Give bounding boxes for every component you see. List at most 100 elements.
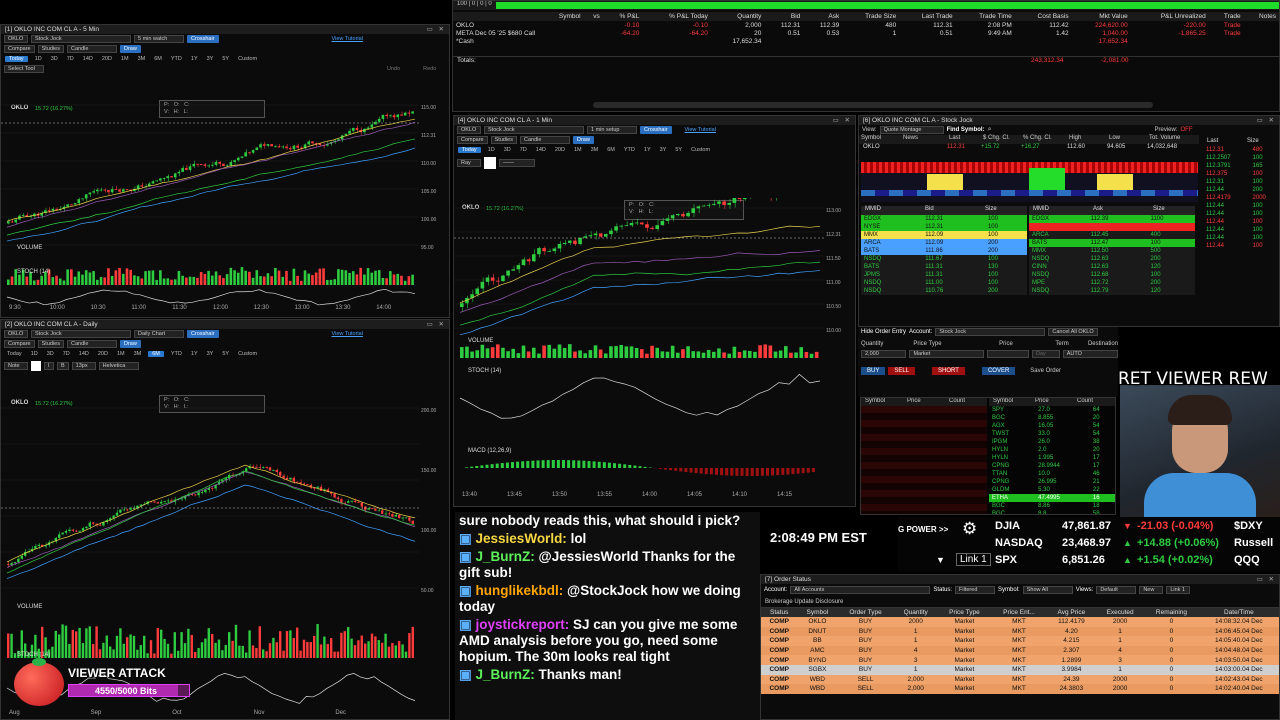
timeframe-1y[interactable]: 1Y: [642, 147, 653, 153]
column-header[interactable]: Executed: [1096, 608, 1144, 617]
book-row[interactable]: BATS112.47100: [1029, 239, 1195, 247]
timeframe-20d[interactable]: 20D: [100, 56, 114, 62]
font-size-select[interactable]: 13px: [72, 362, 96, 370]
column-header[interactable]: Quantity: [711, 12, 765, 21]
column-header[interactable]: Symbol: [797, 608, 837, 617]
term-select[interactable]: Day: [1032, 350, 1060, 358]
interval-select[interactable]: Daily Chart: [134, 330, 184, 338]
studies-select[interactable]: Studies: [38, 45, 64, 53]
select-tool[interactable]: Select Tool: [4, 65, 44, 73]
column-header[interactable]: vs: [584, 12, 603, 21]
table-row[interactable]: OKLO-0.10-0.102,000112.31112.39480112.31…: [453, 21, 1279, 29]
quantity-input[interactable]: 2,000: [861, 350, 906, 358]
timeframe-1y[interactable]: 1Y: [189, 56, 200, 62]
table-cell[interactable]: Trade: [1209, 21, 1244, 29]
column-header[interactable]: Symbol: [453, 12, 584, 21]
timeframe-3m[interactable]: 3M: [132, 351, 144, 357]
column-header[interactable]: Symbol: [989, 398, 1031, 406]
timeframe-6m[interactable]: 6M: [152, 56, 164, 62]
column-header[interactable]: Size: [1149, 206, 1195, 215]
cancel-all-button[interactable]: Cancel All OKLO: [1048, 328, 1098, 336]
timeframe-1m[interactable]: 1M: [115, 351, 127, 357]
timeframe-ytd[interactable]: YTD: [169, 56, 184, 62]
timeframe-6m[interactable]: 6M: [148, 351, 164, 357]
chart-1min-canvas[interactable]: 113.00112.31111.50111.00110.50110.0013:4…: [454, 198, 854, 503]
draw-button[interactable]: Draw: [573, 136, 594, 144]
book-row[interactable]: MPE112.72200: [1029, 279, 1195, 287]
column-header[interactable]: % P&L Today: [642, 12, 710, 21]
book-row[interactable]: NSDQ110.76200: [861, 287, 1027, 295]
table-row[interactable]: COMPBYNDBUY3MarketMKT1.28993014:03:50.04…: [761, 655, 1279, 665]
bold-button[interactable]: B: [57, 362, 69, 370]
profile-select[interactable]: Stock Jock: [31, 35, 131, 43]
views-select[interactable]: Default: [1096, 586, 1136, 594]
column-header[interactable]: P&L Unrealized: [1131, 12, 1209, 21]
timeframe-1d[interactable]: 1D: [486, 147, 497, 153]
undo-button[interactable]: Undo: [387, 66, 400, 72]
candle-select[interactable]: Candle: [67, 45, 117, 53]
account-select[interactable]: Stock Jock: [935, 328, 1045, 336]
destination-select[interactable]: AUTO: [1063, 350, 1118, 358]
column-header[interactable]: % P&L: [603, 12, 643, 21]
symbol-select[interactable]: OKLO: [4, 330, 28, 338]
column-header[interactable]: Avg Price: [1047, 608, 1096, 617]
studies-select[interactable]: Studies: [491, 136, 517, 144]
ray-tool[interactable]: Ray: [457, 159, 481, 167]
window-controls-icon[interactable]: ▭ ✕: [427, 25, 446, 34]
table-row[interactable]: COMPBBBUY1MarketMKT4.2151014:05:40.04 De…: [761, 636, 1279, 646]
column-header[interactable]: Ask: [803, 12, 842, 21]
window-controls-icon[interactable]: ▭ ✕: [833, 116, 852, 125]
compare-select[interactable]: Compare: [457, 136, 488, 144]
chat-username[interactable]: J_BurnZ:: [476, 549, 539, 564]
table-row[interactable]: COMPDNUTBUY1MarketMKT4.201014:06:45.04 D…: [761, 627, 1279, 637]
interval-select[interactable]: 5 min watch: [134, 35, 184, 43]
timeframe-ytd[interactable]: YTD: [169, 351, 184, 357]
symbol-select[interactable]: OKLO: [4, 35, 28, 43]
cover-button[interactable]: COVER: [982, 367, 1015, 375]
italic-button[interactable]: I: [44, 362, 54, 370]
color-swatch[interactable]: [31, 361, 41, 371]
window-controls-icon[interactable]: ▭ ✕: [427, 320, 446, 329]
column-header[interactable]: Cost Basis: [1015, 12, 1072, 21]
status-select[interactable]: Filtered: [955, 586, 995, 594]
timeframe-5y[interactable]: 5Y: [220, 56, 231, 62]
column-header[interactable]: % Chg. Cl.: [1021, 135, 1067, 144]
book-row[interactable]: NSDQ111.67100: [861, 255, 1027, 263]
timeframe-3d[interactable]: 3D: [502, 147, 513, 153]
column-header[interactable]: Trade: [1209, 12, 1244, 21]
book-row[interactable]: [1029, 223, 1195, 231]
timeframe-custom[interactable]: Custom: [689, 147, 712, 153]
book-row[interactable]: CINN112.63120: [1029, 263, 1195, 271]
timeframe-5y[interactable]: 5Y: [220, 351, 231, 357]
view-tutorial-link[interactable]: View Tutorial: [685, 127, 716, 133]
chat-username[interactable]: JessiesWorld:: [476, 531, 571, 546]
book-row[interactable]: MMX112.50500: [1029, 247, 1195, 255]
column-header[interactable]: Order Type: [837, 608, 893, 617]
view-select[interactable]: Quote Montage: [880, 126, 944, 134]
link-select[interactable]: Link 1: [1166, 586, 1190, 594]
column-header[interactable]: Last Trade: [899, 12, 955, 21]
column-header[interactable]: Remaining: [1144, 608, 1198, 617]
column-header[interactable]: Symbol: [861, 398, 903, 406]
chevron-down-icon[interactable]: ▼: [936, 555, 945, 565]
table-row[interactable]: COMPWBDSELL2,000MarketMKT24.38032000014:…: [761, 684, 1279, 694]
table-row[interactable]: COMPWBDSELL2,000MarketMKT24.392000014:02…: [761, 675, 1279, 685]
column-header[interactable]: Tot. Volume: [1147, 135, 1197, 144]
timeframe-20d[interactable]: 20D: [553, 147, 567, 153]
crosshair-button[interactable]: Crosshair: [187, 330, 219, 338]
draw-button[interactable]: Draw: [120, 340, 141, 348]
buying-power-label[interactable]: G POWER >>: [898, 525, 948, 534]
book-row[interactable]: EDGX112.31100: [861, 215, 1027, 223]
view-tutorial-link[interactable]: View Tutorial: [332, 331, 363, 337]
link-button[interactable]: Link 1: [956, 553, 991, 566]
column-header[interactable]: Notes: [1244, 12, 1279, 21]
book-row[interactable]: NYSE112.31100: [861, 223, 1027, 231]
short-button[interactable]: SHORT: [932, 367, 965, 375]
chat-username[interactable]: joystickreport:: [476, 617, 574, 632]
font-select[interactable]: Helvetica: [99, 362, 139, 370]
new-button[interactable]: New: [1139, 586, 1163, 594]
timeframe-3d[interactable]: 3D: [45, 351, 56, 357]
column-header[interactable]: Last: [1203, 138, 1243, 146]
book-row[interactable]: NSDQ112.68100: [1029, 271, 1195, 279]
hide-order-entry[interactable]: Hide Order Entry: [861, 329, 906, 335]
